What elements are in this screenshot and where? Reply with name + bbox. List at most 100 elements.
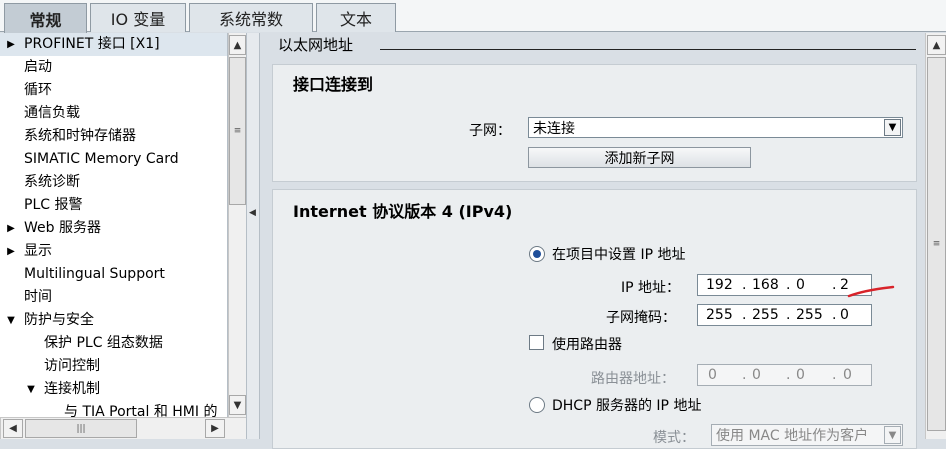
set-ip-in-project-radio[interactable]	[529, 246, 545, 262]
tree-item-label: 系统和时钟存储器	[24, 128, 136, 144]
ip-address-field[interactable]: 192 . 168 . 0 . 2	[697, 274, 872, 296]
tab-label: 系统常数	[218, 10, 283, 29]
tree-item[interactable]: 系统诊断	[0, 171, 227, 194]
tree-horizontal-scrollbar[interactable]: ◀ ||| ▶	[0, 417, 246, 439]
ip-octet: 168	[752, 277, 779, 293]
subnet-mask-field[interactable]: 255 . 255 . 255 . 0	[697, 304, 872, 326]
collapse-arrow-icon[interactable]: ◀	[249, 208, 256, 218]
router-octet: 0	[843, 367, 852, 383]
ipv4-section: Internet 协议版本 4 (IPv4) 在项目中设置 IP 地址 IP 地…	[272, 189, 917, 449]
tab-label: 文本	[339, 10, 372, 29]
section-title: 接口连接到	[293, 75, 374, 94]
ip-address-label: IP 地址：	[621, 280, 681, 296]
tree-item[interactable]: PLC 报警	[0, 194, 227, 217]
chevron-down-icon[interactable]: ▼	[884, 119, 901, 136]
tree-item[interactable]: ▼ 连接机制	[0, 378, 227, 401]
tree-item[interactable]: 通信负载	[0, 102, 227, 125]
expand-right-arrow-icon[interactable]: ▶	[6, 33, 16, 56]
tree-item[interactable]: 保护 PLC 组态数据	[0, 332, 227, 355]
tree-item-label: PROFINET 接口 [X1]	[24, 36, 160, 52]
tab-io-tags[interactable]: IO 变量	[90, 3, 186, 32]
tree-item[interactable]: ▶ 显示	[0, 240, 227, 263]
scroll-thumb[interactable]: ≡	[229, 57, 246, 205]
router-address-label: 路由器地址：	[591, 371, 675, 387]
tree-item-label: Multilingual Support	[24, 266, 165, 282]
mode-dropdown[interactable]: 使用 MAC 地址作为客户 ▼	[711, 424, 903, 446]
tab-system-constants[interactable]: 系统常数	[189, 3, 313, 32]
ethernet-address-header: 以太网地址	[278, 36, 354, 54]
subnet-value: 未连接	[533, 120, 575, 137]
expand-down-arrow-icon[interactable]: ▼	[6, 309, 16, 332]
properties-content: 以太网地址 接口连接到 子网： 未连接 ▼ 添加新子网 Internet 协议版…	[260, 33, 925, 449]
mode-value: 使用 MAC 地址作为客户	[716, 428, 869, 444]
router-address-field[interactable]: 0 . 0 . 0 . 0	[697, 364, 872, 386]
tree-item-label: Web 服务器	[24, 220, 101, 236]
use-router-checkbox[interactable]	[529, 335, 544, 350]
mode-label: 模式：	[653, 430, 695, 446]
tree-item[interactable]: 启动	[0, 56, 227, 79]
use-router-label: 使用路由器	[552, 337, 622, 353]
tree-item-label: SIMATIC Memory Card	[24, 151, 179, 167]
mask-octet: 255	[796, 307, 823, 323]
interface-connection-section: 接口连接到 子网： 未连接 ▼ 添加新子网	[272, 64, 917, 182]
tab-bar: 常规 IO 变量 系统常数 文本	[0, 0, 946, 33]
tree-item[interactable]: Multilingual Support	[0, 263, 227, 286]
content-vertical-scrollbar[interactable]: ▲ ≡	[925, 33, 946, 439]
subnet-dropdown[interactable]: 未连接 ▼	[528, 117, 903, 138]
tree-item-label: 与 TIA Portal 和 HMI 的	[64, 404, 218, 417]
tree-item[interactable]: SIMATIC Memory Card	[0, 148, 227, 171]
scroll-up-button[interactable]: ▲	[229, 35, 246, 55]
tree-vertical-scrollbar[interactable]: ▲ ≡ ▼	[228, 33, 246, 417]
scroll-thumb[interactable]: |||	[25, 419, 137, 438]
tab-general[interactable]: 常规	[4, 3, 87, 33]
tree-item-label: PLC 报警	[24, 197, 83, 213]
navigation-tree: ▶ PROFINET 接口 [X1] 启动循环通信负载系统和时钟存储器 SIMATIC…	[0, 33, 228, 417]
tree-item-label: 系统诊断	[24, 174, 80, 190]
scroll-right-button[interactable]: ▶	[205, 419, 225, 438]
tree-item[interactable]: ▶ Web 服务器	[0, 217, 227, 240]
subnet-mask-label: 子网掩码：	[606, 310, 676, 326]
tree-item-label: 保护 PLC 组态数据	[44, 335, 163, 351]
subnet-label: 子网：	[469, 123, 511, 139]
ip-octet: 192	[706, 277, 733, 293]
header-rule	[380, 49, 916, 50]
panel-splitter[interactable]: ◀	[246, 33, 260, 439]
button-label: 添加新子网	[604, 150, 675, 167]
add-new-subnet-button[interactable]: 添加新子网	[528, 147, 751, 168]
tree-item-label: 循环	[24, 82, 52, 98]
tree-item[interactable]: 系统和时钟存储器	[0, 125, 227, 148]
tree-item-label: 通信负载	[24, 105, 80, 121]
expand-down-arrow-icon[interactable]: ▼	[26, 378, 36, 401]
mask-octet: 0	[840, 307, 849, 323]
scroll-down-button[interactable]: ▼	[229, 395, 246, 415]
tab-label: 常规	[29, 10, 62, 30]
chevron-down-icon[interactable]: ▼	[884, 426, 901, 444]
expand-right-arrow-icon[interactable]: ▶	[6, 217, 16, 240]
router-octet: 0	[752, 367, 761, 383]
tab-label: IO 变量	[110, 10, 166, 29]
mask-octet: 255	[706, 307, 733, 323]
tree-item-label: 访问控制	[44, 358, 100, 374]
tree-item[interactable]: 循环	[0, 79, 227, 102]
router-octet: 0	[708, 367, 717, 383]
scroll-thumb[interactable]: ≡	[927, 57, 946, 431]
scroll-up-button[interactable]: ▲	[927, 35, 946, 55]
tree-item-label: 启动	[24, 59, 52, 75]
tab-texts[interactable]: 文本	[316, 3, 396, 32]
dhcp-label: DHCP 服务器的 IP 地址	[552, 398, 702, 414]
tree-item[interactable]: ▶ PROFINET 接口 [X1]	[0, 33, 227, 56]
tree-item[interactable]: 访问控制	[0, 355, 227, 378]
section-title: Internet 协议版本 4 (IPv4)	[293, 202, 513, 221]
dhcp-radio[interactable]	[529, 397, 545, 413]
tree-item[interactable]: 时间	[0, 286, 227, 309]
tree-item[interactable]: ▼ 防护与安全	[0, 309, 227, 332]
tree-item-label: 时间	[24, 289, 52, 305]
router-octet: 0	[796, 367, 805, 383]
tree-item-label: 连接机制	[44, 381, 100, 397]
tree-item-label: 显示	[24, 243, 52, 259]
expand-right-arrow-icon[interactable]: ▶	[6, 240, 16, 263]
ip-octet: 0	[796, 277, 805, 293]
tree-item-label: 防护与安全	[24, 312, 94, 328]
tree-item[interactable]: 与 TIA Portal 和 HMI 的	[0, 401, 227, 417]
scroll-left-button[interactable]: ◀	[3, 419, 23, 438]
